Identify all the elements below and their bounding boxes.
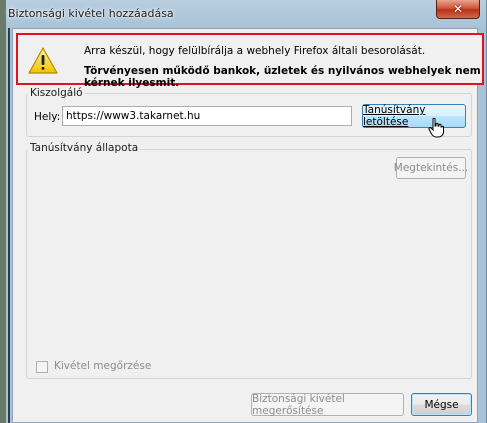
certificate-status-group [26,149,472,379]
window-title: Biztonsági kivétel hozzáadása [8,7,174,20]
url-input[interactable] [62,106,352,126]
warning-message: Arra készül, hogy felülbírálja a webhely… [84,45,426,57]
title-bar[interactable]: Biztonsági kivétel hozzáadása ✕ [6,0,486,28]
view-certificate-button[interactable]: Megtekintés... [393,157,469,179]
download-certificate-button[interactable]: Tanúsítvány letöltése [362,104,466,128]
keep-exception-label: Kivétel megőrzése [54,360,152,372]
close-button[interactable]: ✕ [436,0,480,19]
location-label: Hely: [34,111,61,123]
cancel-label: Mégse [424,398,459,411]
dialog-window: Biztonsági kivétel hozzáadása ✕ Arra kés… [0,0,487,423]
confirm-exception-label: Biztonsági kivétel megerősítése [252,392,345,417]
keep-exception-checkbox[interactable] [36,361,48,373]
warning-emphasis: Törvényesen működő bankok, üzletek és ny… [84,65,481,89]
certificate-status-label: Tanúsítvány állapota [28,142,141,154]
warning-triangle-icon [28,47,58,74]
server-group-label: Kiszolgáló [28,87,85,99]
confirm-exception-button[interactable]: Biztonsági kivétel megerősítése [251,392,404,417]
background-strip [0,0,6,423]
cancel-button[interactable]: Mégse [411,393,472,416]
close-icon: ✕ [452,2,464,16]
warning-box: Arra készül, hogy felülbírálja a webhely… [16,33,484,89]
download-certificate-label: Tanúsítvány letöltése [363,104,426,128]
view-certificate-label: Megtekintés... [393,162,469,174]
left-edge [8,28,10,423]
mouse-cursor-icon [428,118,444,138]
